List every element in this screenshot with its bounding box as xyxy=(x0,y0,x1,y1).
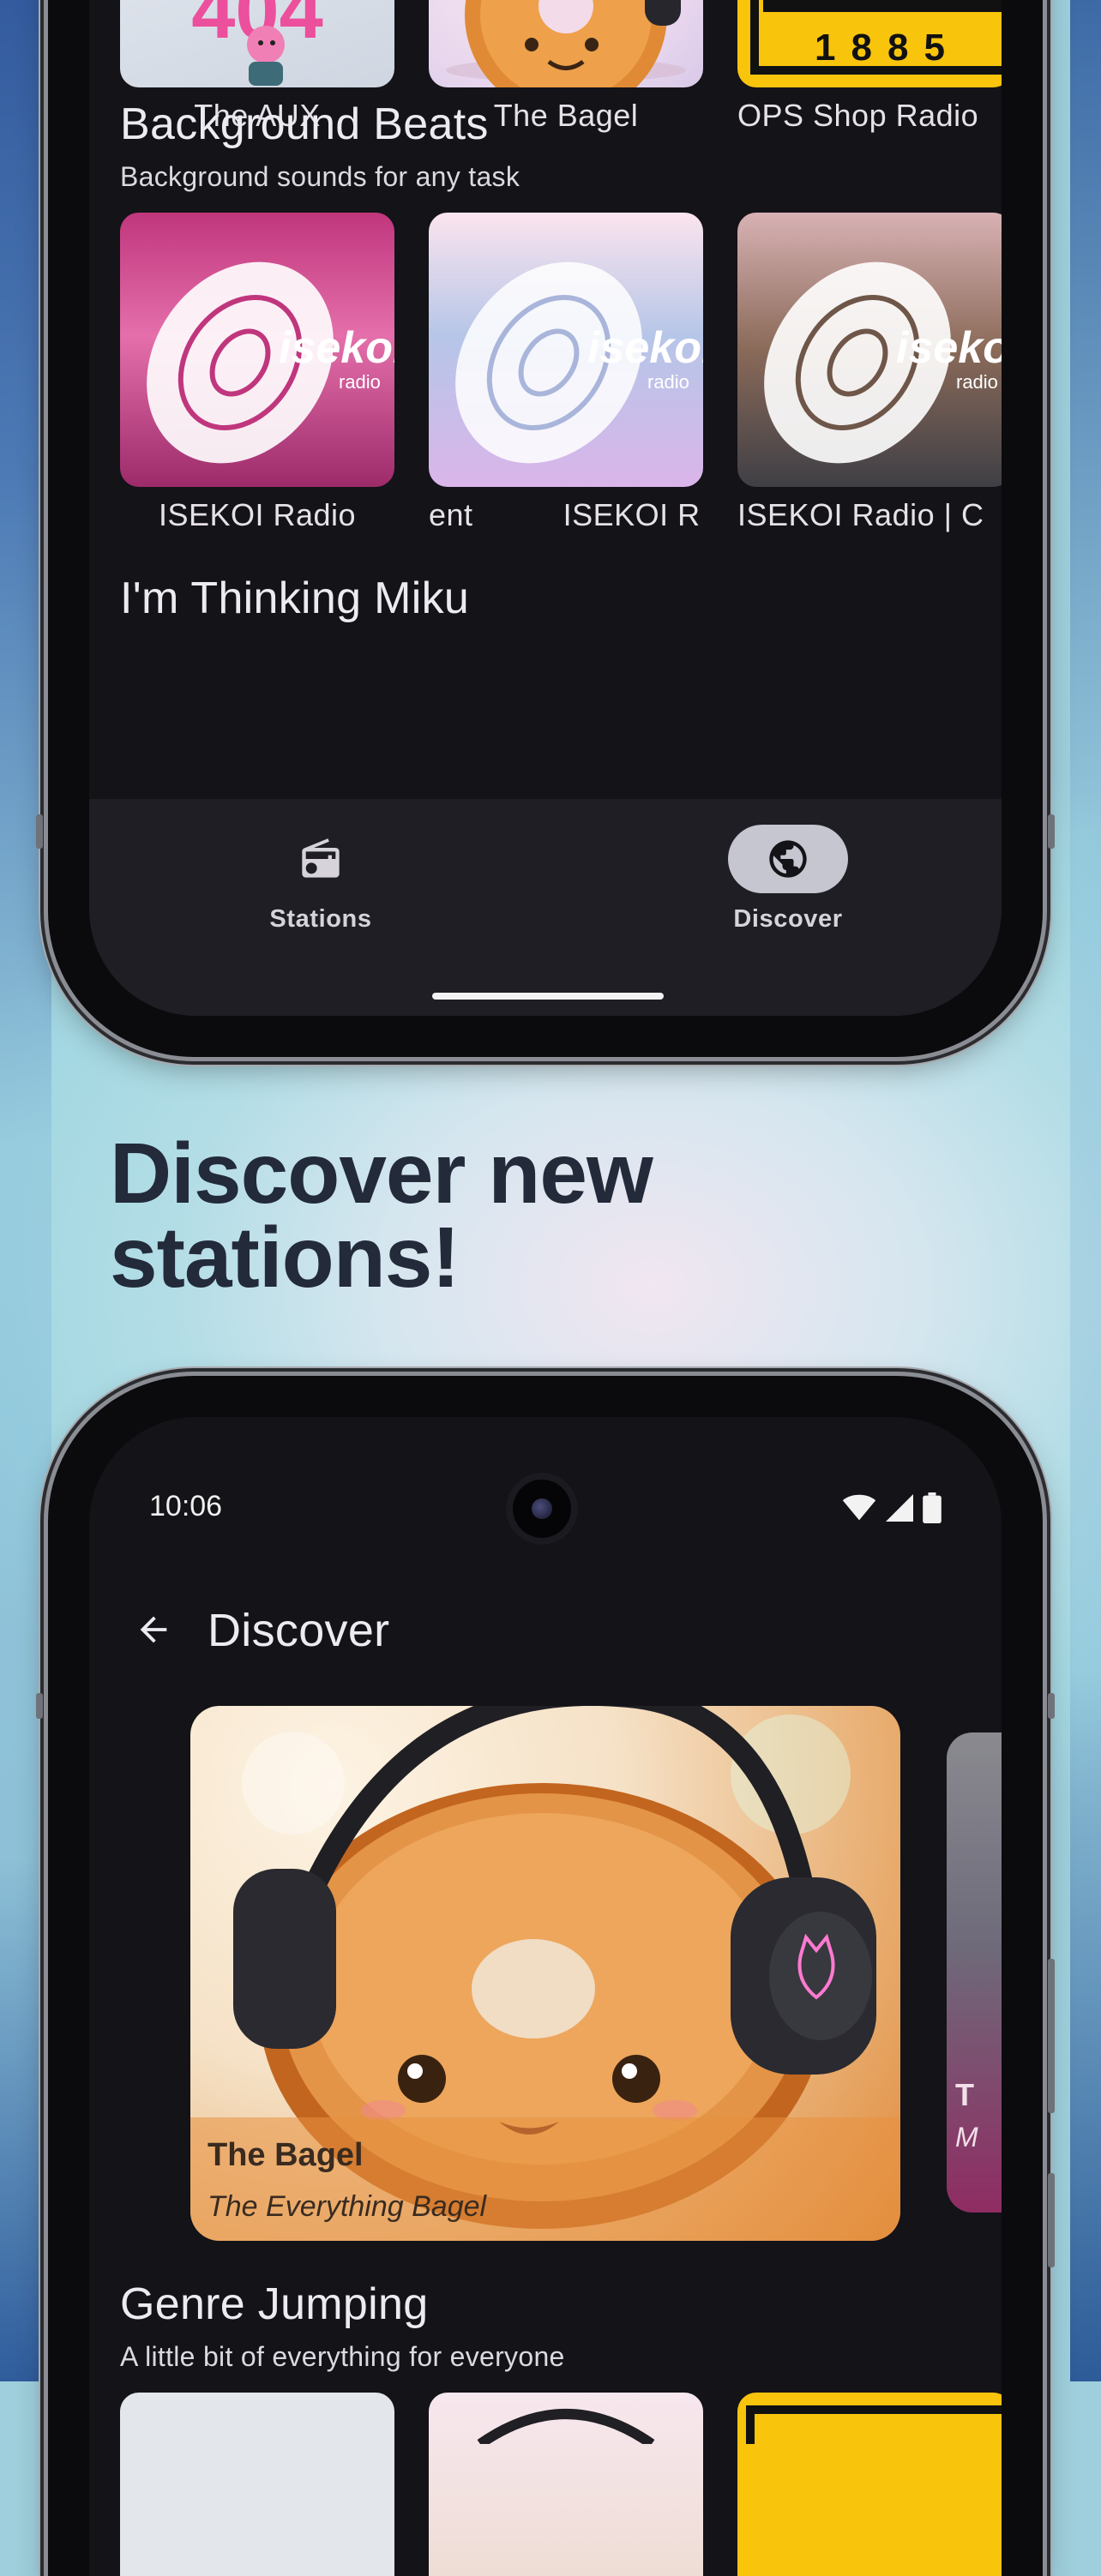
isekoi-art-sub: radio xyxy=(647,371,689,393)
phone-side-button xyxy=(1048,814,1055,849)
background-edge-left xyxy=(0,0,51,2381)
cellular-signal-icon xyxy=(886,1494,913,1522)
phone-side-button xyxy=(36,1693,43,1719)
bottom-screen: 10:06 Discover The Bagel The Everything … xyxy=(89,1417,1002,2576)
arrow-back-icon xyxy=(140,1616,167,1643)
status-time: 10:06 xyxy=(149,1490,223,1522)
station-row-background-beats: isekoi radio ISEKOI Radio isekoi radio e… xyxy=(120,213,1002,533)
station-card-ops[interactable]: 1885 OPS Shop Radio xyxy=(737,0,1002,134)
bagel-artwork xyxy=(446,0,686,87)
next-featured-subtitle: M xyxy=(955,2122,978,2153)
nav-item-discover[interactable]: Discover xyxy=(677,825,899,934)
headline-line-2: stations! xyxy=(110,1210,460,1306)
isekoi-artwork: isekoi radio xyxy=(147,261,394,464)
station-art xyxy=(120,2393,394,2576)
station-label: ISEKOI Radio | C xyxy=(737,497,984,532)
nav-indicator-active xyxy=(728,825,848,893)
isekoi-art-sub: radio xyxy=(956,371,998,393)
section-subtitle: A little bit of everything for everyone xyxy=(120,2341,565,2372)
phone-volume-button xyxy=(1048,1959,1055,2113)
station-card-isekoi-2[interactable]: isekoi radio ent ISEKOI R xyxy=(429,213,703,533)
section-title: Background Beats xyxy=(120,99,489,149)
isekoi-artwork: isekoi radio xyxy=(764,261,1002,464)
station-card-isekoi-3[interactable]: isekoi radio ISEKOI Radio | C xyxy=(737,213,1002,533)
station-card-genre-3[interactable] xyxy=(737,2393,1002,2576)
station-art-bagel xyxy=(429,0,703,87)
station-art-aux: 404 xyxy=(120,0,394,87)
bottom-navigation: Stations Discover xyxy=(89,799,1002,1016)
front-camera xyxy=(506,1473,578,1545)
phone-power-button xyxy=(1048,2173,1055,2267)
headline-line-1: Discover new xyxy=(110,1126,653,1222)
section-title: I'm Thinking Miku xyxy=(120,573,470,623)
top-phone-frame: 404 The AUX The Bagel 1885 OPS Shop Radi… xyxy=(36,0,1055,1057)
station-art xyxy=(429,2393,703,2576)
phone-side-button xyxy=(36,814,43,849)
wifi-icon xyxy=(842,1494,876,1521)
station-row-genre-jumping xyxy=(120,2393,1002,2576)
radio-icon xyxy=(302,838,340,878)
ops-art-text: 1885 xyxy=(815,27,960,69)
station-art-isekoi: isekoi radio xyxy=(737,213,1002,487)
station-card-genre-1[interactable] xyxy=(120,2393,394,2576)
station-label: ISEKOI Radio xyxy=(158,497,357,532)
section-subtitle: Background sounds for any task xyxy=(120,161,520,192)
station-card-genre-2[interactable] xyxy=(429,2393,703,2576)
nav-label: Discover xyxy=(733,905,843,933)
featured-station-title: The Bagel xyxy=(208,2137,364,2173)
phone-side-button xyxy=(1048,1693,1055,1719)
battery-icon xyxy=(923,1492,942,1523)
headphones-artwork xyxy=(477,2409,655,2448)
marketing-headline: Discover new stations! xyxy=(110,1131,653,1300)
featured-station-card[interactable]: The Bagel The Everything Bagel xyxy=(190,1706,900,2241)
isekoi-artwork: isekoi radio xyxy=(455,261,703,464)
nav-indicator xyxy=(261,825,381,893)
nav-item-stations[interactable]: Stations xyxy=(209,825,432,934)
ops-artwork: 1885 xyxy=(750,0,1002,75)
aux-artwork: 404 xyxy=(191,0,323,86)
nav-label: Stations xyxy=(269,905,372,933)
top-screen: 404 The AUX The Bagel 1885 OPS Shop Radi… xyxy=(89,0,1002,1016)
section-title: Genre Jumping xyxy=(120,2279,429,2329)
station-label: OPS Shop Radio xyxy=(737,98,979,133)
station-art xyxy=(737,2393,1002,2576)
background-edge-right xyxy=(1070,0,1101,2381)
status-icons xyxy=(842,1492,942,1523)
station-art-isekoi: isekoi radio xyxy=(429,213,703,487)
station-art-isekoi: isekoi radio xyxy=(120,213,394,487)
back-button[interactable] xyxy=(128,1604,179,1655)
isekoi-art-word: isekoi xyxy=(279,323,394,373)
isekoi-art-word: isekoi xyxy=(896,323,1002,373)
isekoi-art-word: isekoi xyxy=(587,323,703,373)
station-art-ops: 1885 xyxy=(737,0,1002,87)
page-title: Discover xyxy=(208,1605,390,1656)
bottom-phone-frame: 10:06 Discover The Bagel The Everything … xyxy=(36,1376,1055,2576)
gesture-home-bar[interactable] xyxy=(432,993,664,1000)
isekoi-art-sub: radio xyxy=(339,371,381,393)
station-card-isekoi-1[interactable]: isekoi radio ISEKOI Radio xyxy=(120,213,394,533)
globe-icon xyxy=(769,840,807,878)
featured-station-subtitle: The Everything Bagel xyxy=(208,2190,487,2223)
next-featured-title: T xyxy=(955,2077,974,2112)
station-label: ent ISEKOI R xyxy=(429,497,701,532)
ops-artwork-partial xyxy=(746,2405,1002,2457)
